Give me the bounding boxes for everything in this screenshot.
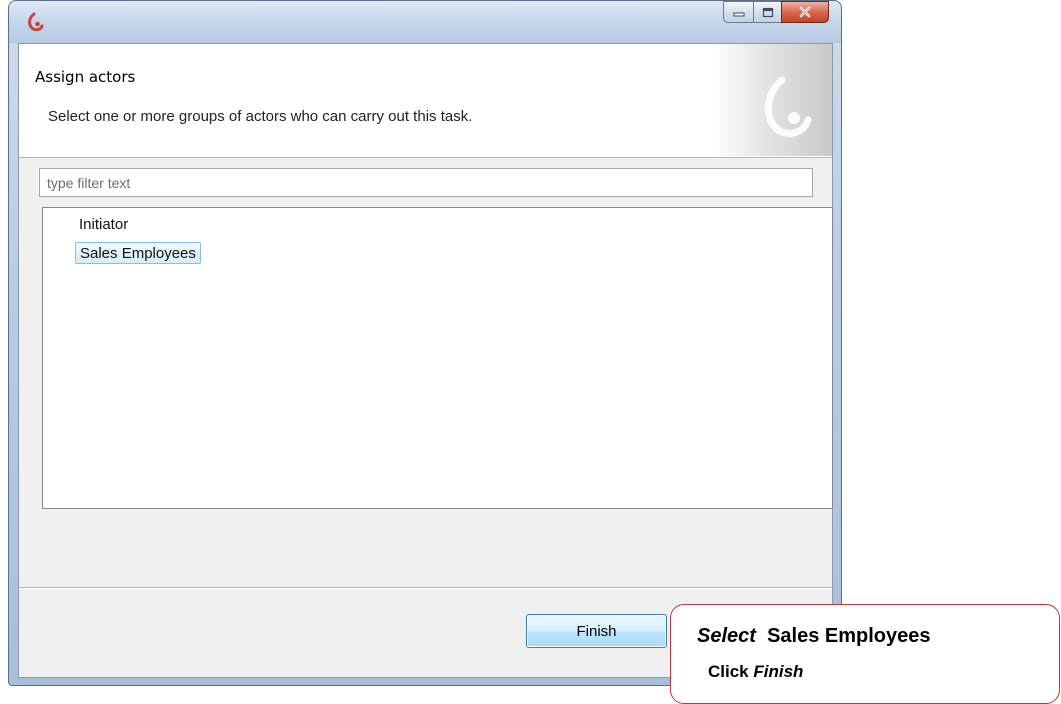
finish-button[interactable]: Finish: [526, 614, 667, 648]
callout-click-target: Finish: [753, 662, 804, 681]
callout-line-select: Select Sales Employees: [697, 625, 931, 648]
page-description: Select one or more groups of actors who …: [48, 108, 473, 125]
callout-line-click: Click Finish: [708, 662, 803, 682]
instruction-callout: Select Sales Employees Click Finish: [670, 604, 1060, 704]
bonita-banner-logo-icon: [764, 76, 812, 138]
page-title: Assign actors: [35, 68, 136, 86]
callout-select-action: Select: [697, 625, 756, 647]
maximize-button[interactable]: [753, 1, 781, 23]
list-item-sales-employees[interactable]: Sales Employees: [75, 242, 201, 264]
minimize-button[interactable]: [723, 1, 753, 23]
maximize-icon: [762, 7, 773, 17]
header-banner: [712, 44, 832, 156]
minimize-icon: [733, 12, 744, 17]
actor-list[interactable]: Initiator Sales Employees: [42, 207, 833, 509]
filter-input[interactable]: [39, 168, 813, 197]
dialog-window: Assign actors Select one or more groups …: [8, 0, 842, 686]
callout-click-action: Click: [708, 662, 749, 681]
list-item-initiator[interactable]: Initiator: [75, 214, 132, 236]
bonita-logo-icon: [28, 12, 44, 32]
dialog-client-area: Assign actors Select one or more groups …: [18, 43, 833, 678]
window-controls: [723, 1, 829, 25]
wizard-header: Assign actors Select one or more groups …: [19, 44, 832, 158]
close-icon: [799, 6, 811, 18]
close-button[interactable]: [781, 1, 829, 23]
button-bar-divider: [19, 587, 832, 588]
callout-select-target: Sales Employees: [767, 625, 931, 647]
title-bar[interactable]: [9, 1, 841, 43]
